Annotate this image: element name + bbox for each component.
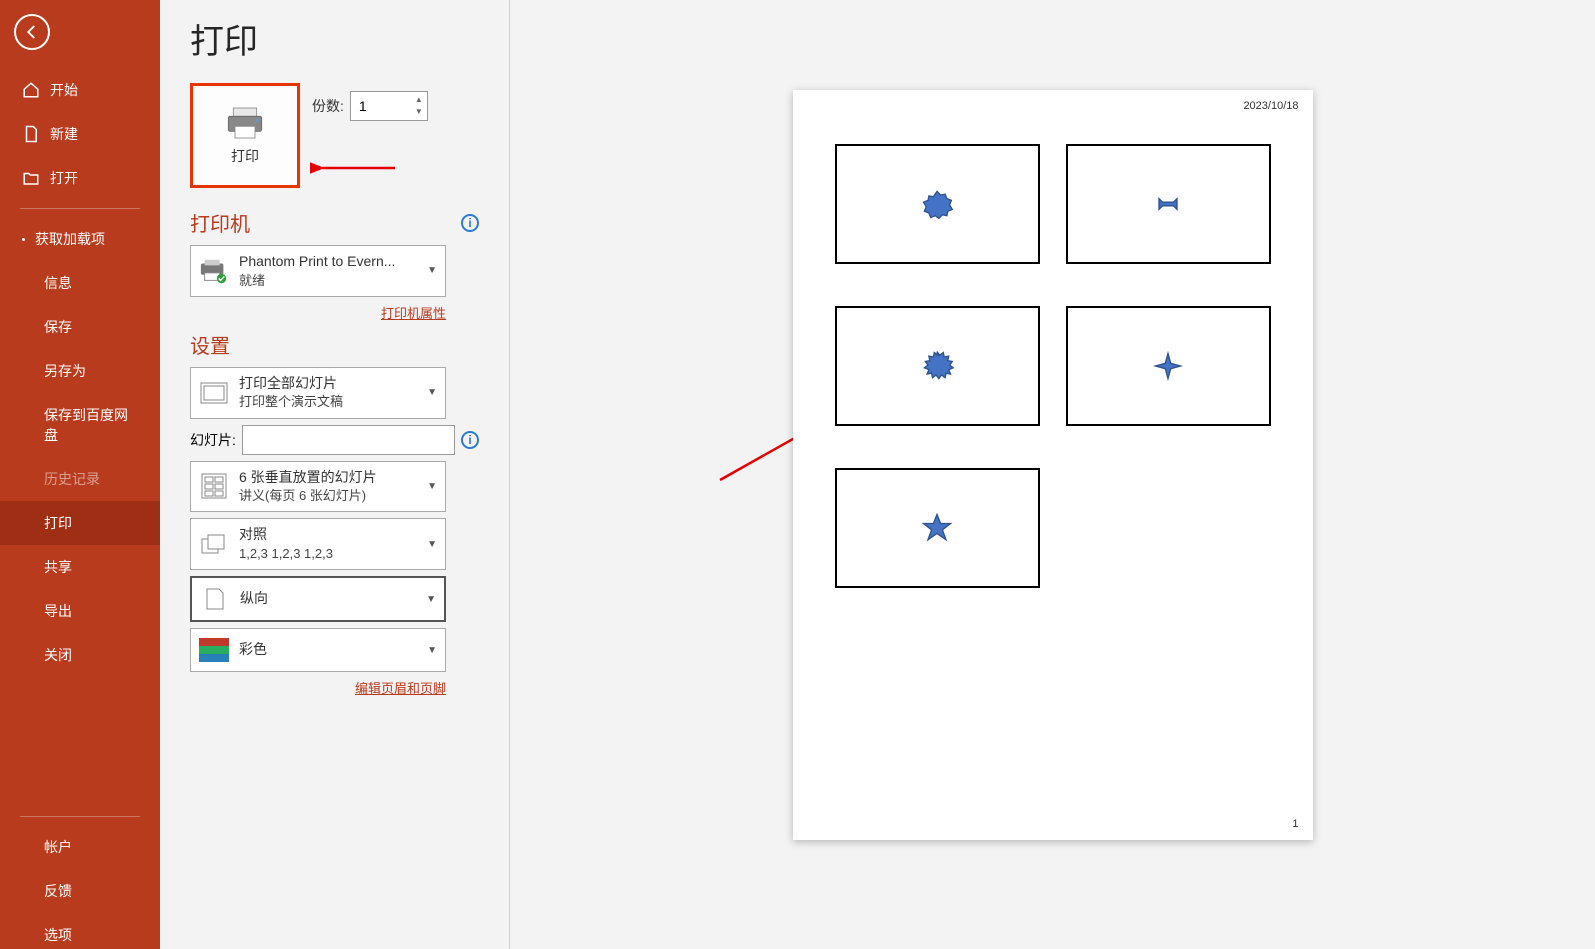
- color-dropdown[interactable]: 彩色 ▼: [190, 628, 446, 672]
- slides-label: 幻灯片:: [190, 430, 236, 450]
- nav-label: 导出: [44, 601, 72, 621]
- nav-label: 保存: [44, 317, 72, 337]
- handout-icon: [199, 471, 229, 501]
- nav-history: 历史记录: [0, 457, 160, 501]
- nav-saveas[interactable]: 另存为: [0, 349, 160, 393]
- bullet-icon: [22, 238, 25, 241]
- info-icon[interactable]: i: [461, 214, 479, 232]
- slide-thumbnail: [1066, 144, 1271, 264]
- nav-label: 获取加载项: [35, 229, 105, 249]
- info-icon[interactable]: i: [461, 431, 479, 449]
- collate-icon: [199, 529, 229, 559]
- range-line2: 打印整个演示文稿: [239, 393, 417, 411]
- copies-down-button[interactable]: ▼: [412, 105, 426, 117]
- arrow-left-icon: [23, 23, 41, 41]
- slide-thumbnail-empty: [1066, 468, 1271, 588]
- nav-label: 开始: [50, 80, 78, 100]
- nav-label: 新建: [50, 124, 78, 144]
- nav-options[interactable]: 选项: [0, 913, 160, 949]
- nav-label: 共享: [44, 557, 72, 577]
- layout-line1: 6 张垂直放置的幻灯片: [239, 468, 417, 488]
- slides-input[interactable]: [242, 425, 455, 455]
- separator: [20, 208, 140, 209]
- nav-label: 另存为: [44, 361, 86, 381]
- collate-line2: 1,2,3 1,2,3 1,2,3: [239, 545, 417, 563]
- page-title: 打印: [190, 14, 479, 63]
- layout-dropdown[interactable]: 6 张垂直放置的幻灯片 讲义(每页 6 张幻灯片) ▼: [190, 461, 446, 513]
- copies-label: 份数:: [312, 96, 344, 116]
- slide-thumbnail: [835, 306, 1040, 426]
- collate-dropdown[interactable]: 对照 1,2,3 1,2,3 1,2,3 ▼: [190, 518, 446, 570]
- nav-label: 选项: [44, 925, 72, 945]
- nav-label: 关闭: [44, 645, 72, 665]
- preview-page: 2023/10/18 1: [793, 90, 1313, 840]
- printer-dropdown[interactable]: Phantom Print to Evern... 就绪 ▼: [190, 245, 446, 297]
- print-preview-pane: 2023/10/18 1: [510, 0, 1595, 949]
- portrait-icon: [200, 584, 230, 614]
- printer-status: 就绪: [239, 272, 417, 290]
- chevron-down-icon: ▼: [427, 265, 437, 276]
- chevron-down-icon: ▼: [426, 594, 436, 605]
- printer-properties-link[interactable]: 打印机属性: [190, 303, 446, 322]
- nav-close[interactable]: 关闭: [0, 633, 160, 677]
- range-line1: 打印全部幻灯片: [239, 374, 417, 394]
- nav-share[interactable]: 共享: [0, 545, 160, 589]
- backstage-sidebar: 开始 新建 打开 获取加载项 信息 保存 另存为 保存到百度网盘 历史记录 打印…: [0, 0, 160, 949]
- printer-icon: [225, 106, 265, 140]
- annotation-arrow-icon: [310, 153, 400, 183]
- nav-label: 帐户: [44, 837, 72, 857]
- print-button-label: 打印: [231, 146, 259, 166]
- slide-thumbnail: [1066, 306, 1271, 426]
- nav-open[interactable]: 打开: [0, 156, 160, 200]
- preview-date: 2023/10/18: [1243, 100, 1298, 112]
- settings-section-title: 设置: [190, 330, 479, 359]
- slides-icon: [199, 378, 229, 408]
- printer-section-title: 打印机: [190, 208, 250, 237]
- chevron-down-icon: ▼: [427, 481, 437, 492]
- printer-name: Phantom Print to Evern...: [239, 252, 417, 272]
- nav-label: 打印: [44, 513, 72, 533]
- nav-export[interactable]: 导出: [0, 589, 160, 633]
- header-footer-link[interactable]: 编辑页眉和页脚: [190, 678, 446, 697]
- back-button[interactable]: [14, 14, 50, 50]
- copies-up-button[interactable]: ▲: [412, 93, 426, 105]
- orientation-dropdown[interactable]: 纵向 ▼: [190, 576, 446, 622]
- color-label: 彩色: [239, 640, 417, 660]
- nav-label: 保存到百度网盘: [44, 405, 138, 445]
- slide-thumbnail: [835, 144, 1040, 264]
- nav-account[interactable]: 帐户: [0, 825, 160, 869]
- printer-status-icon: [199, 256, 229, 286]
- nav-label: 打开: [50, 168, 78, 188]
- nav-label: 信息: [44, 273, 72, 293]
- nav-baidu[interactable]: 保存到百度网盘: [0, 393, 160, 457]
- nav-home[interactable]: 开始: [0, 68, 160, 112]
- nav-label: 历史记录: [44, 469, 100, 489]
- nav-save[interactable]: 保存: [0, 305, 160, 349]
- print-settings-panel: 打印 打印 份数: ▲ ▼: [160, 0, 510, 949]
- nav-new[interactable]: 新建: [0, 112, 160, 156]
- print-button[interactable]: 打印: [190, 83, 300, 188]
- chevron-down-icon: ▼: [427, 539, 437, 550]
- collate-line1: 对照: [239, 525, 417, 545]
- nav-addins[interactable]: 获取加载项: [0, 217, 160, 261]
- home-icon: [22, 81, 40, 99]
- chevron-down-icon: ▼: [427, 387, 437, 398]
- chevron-down-icon: ▼: [427, 645, 437, 656]
- file-icon: [22, 125, 40, 143]
- nav-label: 反馈: [44, 881, 72, 901]
- slide-thumbnail: [835, 468, 1040, 588]
- print-range-dropdown[interactable]: 打印全部幻灯片 打印整个演示文稿 ▼: [190, 367, 446, 419]
- nav-print[interactable]: 打印: [0, 501, 160, 545]
- separator: [20, 816, 140, 817]
- nav-feedback[interactable]: 反馈: [0, 869, 160, 913]
- color-icon: [199, 635, 229, 665]
- orientation-label: 纵向: [240, 589, 416, 609]
- layout-line2: 讲义(每页 6 张幻灯片): [239, 487, 417, 505]
- preview-page-number: 1: [1292, 818, 1298, 830]
- folder-open-icon: [22, 169, 40, 187]
- nav-info[interactable]: 信息: [0, 261, 160, 305]
